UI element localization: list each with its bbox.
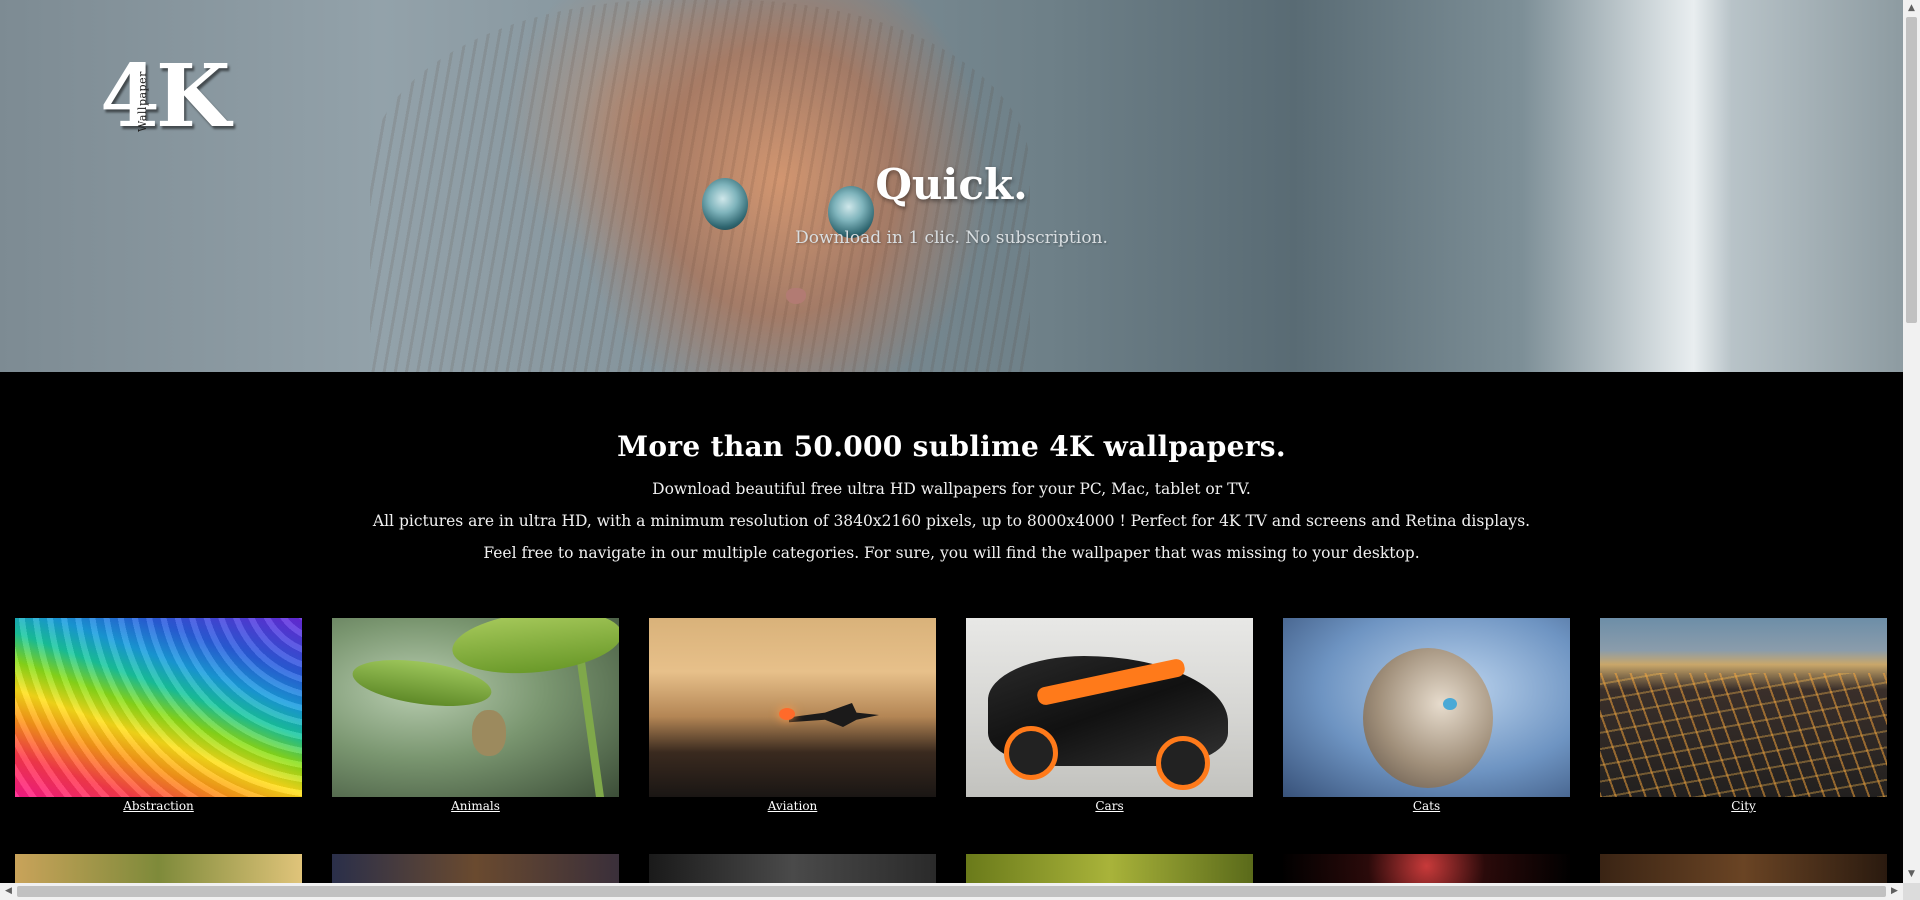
category-link[interactable]: Cars (966, 799, 1253, 813)
scroll-right-arrow-icon[interactable]: ▶ (1886, 883, 1903, 900)
category-thumbnail[interactable] (649, 618, 936, 797)
hero-banner: 4K Wallpaper Quick. Download in 1 clic. … (0, 0, 1903, 372)
intro-section: More than 50.000 sublime 4K wallpapers. … (0, 372, 1903, 569)
horizontal-scroll-thumb[interactable] (17, 886, 1886, 897)
category-thumbnail[interactable] (966, 618, 1253, 797)
category-link[interactable]: Animals (332, 799, 619, 813)
category-tile-animals[interactable]: Animals (332, 618, 619, 813)
scrollbar-corner (1903, 883, 1920, 900)
horizontal-scrollbar[interactable]: ◀ ▶ (0, 883, 1903, 900)
category-thumbnail[interactable] (332, 618, 619, 797)
category-link[interactable]: Cats (1283, 799, 1570, 813)
scroll-down-arrow-icon[interactable]: ▼ (1903, 866, 1920, 883)
intro-line: Download beautiful free ultra HD wallpap… (652, 480, 1251, 498)
vertical-scroll-thumb[interactable] (1906, 17, 1917, 323)
category-tile-cars[interactable]: Cars (966, 618, 1253, 813)
category-tile-cats[interactable]: Cats (1283, 618, 1570, 813)
hero-kitten-nose (786, 288, 806, 304)
category-tile-abstraction[interactable]: Abstraction (15, 618, 302, 813)
intro-line: All pictures are in ultra HD, with a min… (372, 512, 1531, 530)
logo-digits: 4K (100, 46, 231, 147)
logo-subtext: Wallpaper (136, 71, 149, 132)
category-tile-aviation[interactable]: Aviation (649, 618, 936, 813)
category-tile-city[interactable]: City (1600, 618, 1887, 813)
hero-title: Quick. (875, 160, 1028, 209)
intro-heading: More than 50.000 sublime 4K wallpapers. (617, 430, 1286, 463)
category-link[interactable]: Aviation (649, 799, 936, 813)
category-thumbnail[interactable] (1600, 618, 1887, 797)
category-link[interactable]: City (1600, 799, 1887, 813)
category-thumbnail[interactable] (15, 618, 302, 797)
site-logo[interactable]: 4K Wallpaper (100, 52, 240, 142)
category-link[interactable]: Abstraction (15, 799, 302, 813)
intro-line: Feel free to navigate in our multiple ca… (483, 544, 1420, 562)
hero-subtitle: Download in 1 clic. No subscription. (795, 228, 1108, 248)
scroll-left-arrow-icon[interactable]: ◀ (0, 883, 17, 900)
scroll-up-arrow-icon[interactable]: ▲ (1903, 0, 1920, 17)
vertical-scrollbar[interactable]: ▲ ▼ (1903, 0, 1920, 883)
category-thumbnail[interactable] (1283, 618, 1570, 797)
